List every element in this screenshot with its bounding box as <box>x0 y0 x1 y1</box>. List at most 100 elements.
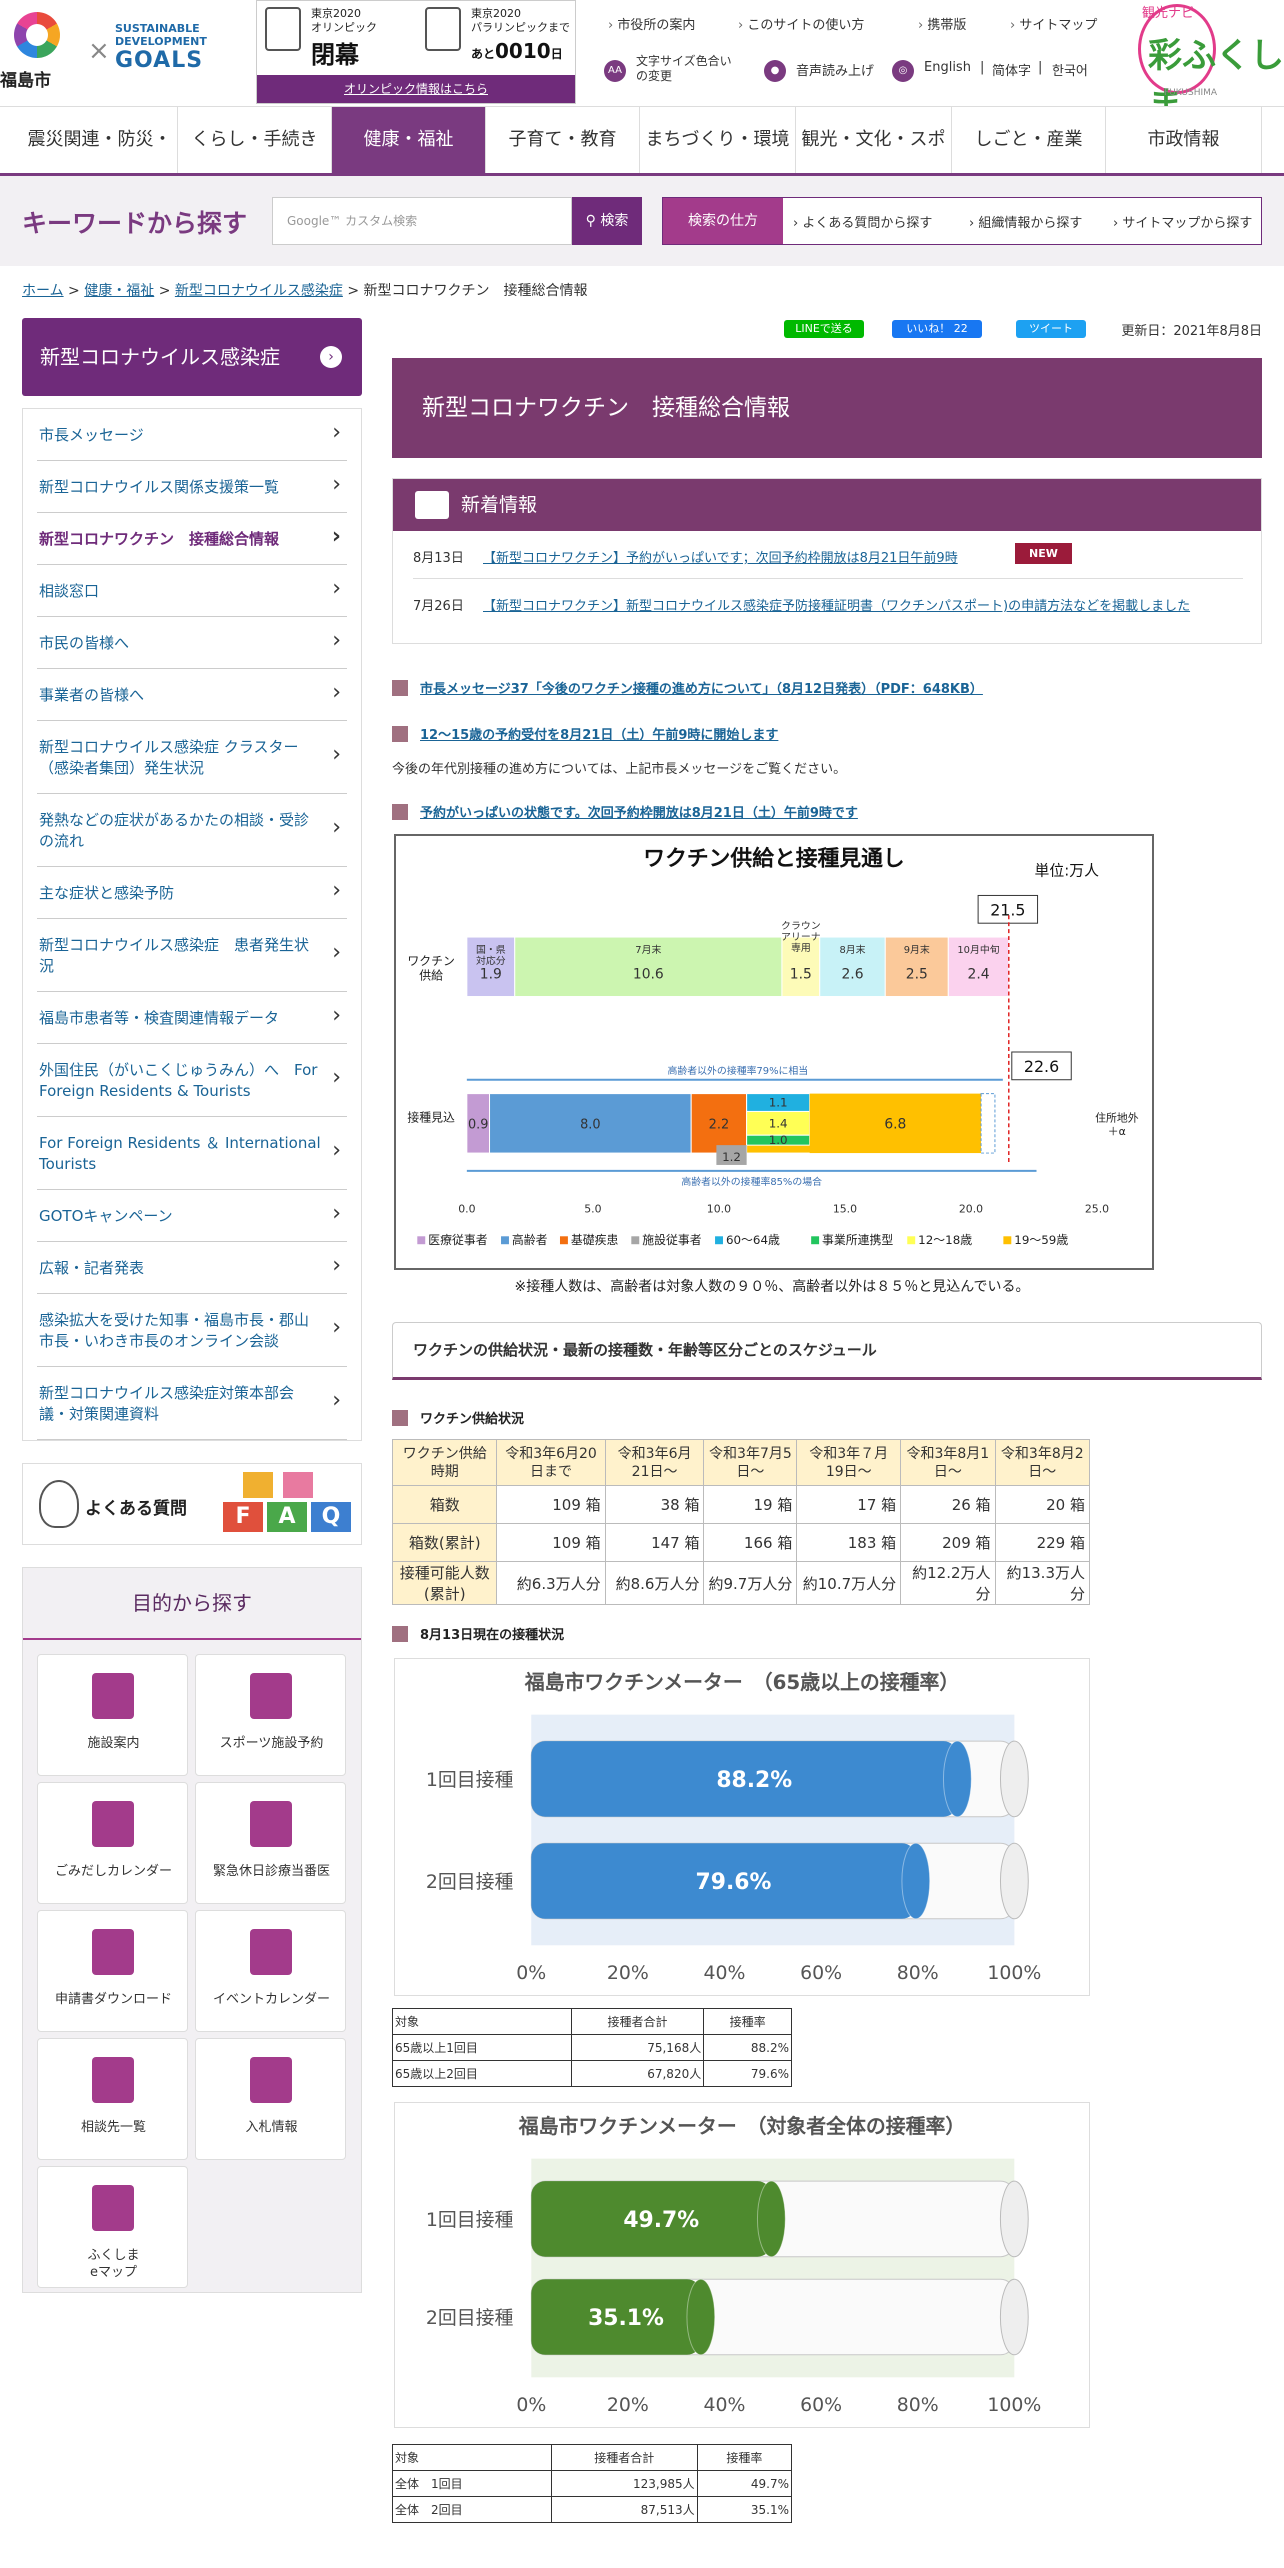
tourism-navi-banner[interactable]: 観光ナビ 彩ふくしま FUKUSHIMA <box>1128 0 1284 125</box>
breadcrumb-home[interactable]: ホーム <box>22 283 64 299</box>
sidebar-item[interactable]: 新型コロナワクチン 接種総合情報 <box>37 513 347 565</box>
lang-korean[interactable]: 한국어 <box>1052 60 1088 79</box>
olympic-banner[interactable]: 東京2020 オリンピック 閉幕 東京2020 パラリンピックまで あと0010… <box>256 0 576 104</box>
segment-name-line: 9月末 <box>904 943 930 956</box>
purpose-label: 施設案内 <box>87 1736 140 1751</box>
news-link[interactable]: 【新型コロナワクチン】新型コロナウイルス感染症予防接種証明書（ワクチンパスポート… <box>483 595 1190 614</box>
annotation-text: 高齢者以外の接種率85%の場合 <box>681 1175 822 1188</box>
data-label: 2.4 <box>968 967 990 983</box>
annotation-text: 高齢者以外の接種率79%に相当 <box>667 1064 808 1077</box>
purpose-tile[interactable]: スポーツ施設予約 <box>195 1654 346 1776</box>
purpose-tile[interactable]: 相談先一覧 <box>37 2038 188 2160</box>
x-tick-label: 80% <box>897 1962 939 1984</box>
gnav-item-disaster[interactable]: 震災関連・防災・安全 <box>22 107 178 216</box>
search-input[interactable]: Google™ カスタム検索 <box>272 197 572 245</box>
sidebar-item[interactable]: GOTOキャンペーン <box>37 1190 347 1242</box>
sidebar-item[interactable]: 感染拡大を受けた知事・福島市長・郡山市長・いわき市長のオンライン会談 <box>37 1294 347 1367</box>
util-link-mobile[interactable]: 携帯版 <box>918 14 966 33</box>
purpose-tile[interactable]: 緊急休日診療当番医 <box>195 1782 346 1904</box>
reservation-full-link[interactable]: 予約がいっぱいの状態です。次回予約枠開放は8月21日（土）午前9時です <box>420 802 858 821</box>
sidebar-item[interactable]: 新型コロナウイルス感染症 クラスター（感染者集団）発生状況 <box>37 721 347 794</box>
search-link-org[interactable]: 組織情報から探す <box>969 212 1082 231</box>
sdg-line3: GOALS <box>115 48 204 73</box>
lang-chinese[interactable]: 简体字 <box>992 60 1031 79</box>
faq-banner[interactable]: よくある質問 F A Q <box>22 1463 362 1545</box>
legend-swatch <box>715 1236 723 1245</box>
table-row: 65歳以上2回目 67,820人 79.6% <box>392 2060 792 2087</box>
purpose-tile[interactable]: 申請書ダウンロード <box>37 1910 188 2032</box>
legend-label: 高齢者 <box>512 1233 548 1247</box>
lang-english[interactable]: English <box>924 60 971 75</box>
search-link-sitemap[interactable]: サイトマップから探す <box>1113 212 1252 231</box>
segment-name: 10月中旬 <box>957 943 999 956</box>
sidebar-item[interactable]: 新型コロナウイルス関係支援策一覧 <box>37 461 347 513</box>
legend-label: 医療従事者 <box>428 1233 487 1247</box>
chart-unit: 単位:万人 <box>1035 862 1100 880</box>
purpose-tile[interactable]: 入札情報 <box>195 2038 346 2160</box>
table-cell: 35.1% <box>696 2496 793 2523</box>
olympic-info-link[interactable]: オリンピック情報はこちら <box>257 75 575 103</box>
sdg-logo[interactable]: SUSTAINABLE DEVELOPMENT GOALS <box>115 22 255 82</box>
table-cell: 87,513人 <box>550 2496 698 2523</box>
gnav-item-town[interactable]: まちづくり・環境 <box>640 107 796 173</box>
sidebar-item[interactable]: 市長メッセージ <box>37 409 347 461</box>
sidebar-item[interactable]: For Foreign Residents ＆ International To… <box>37 1117 347 1190</box>
util-link-howto[interactable]: このサイトの使い方 <box>738 14 864 33</box>
gnav-item-govt[interactable]: 市政情報 <box>1106 107 1262 173</box>
sidebar-item[interactable]: 相談窓口 <box>37 565 347 617</box>
purpose-tile[interactable]: 施設案内 <box>37 1654 188 1776</box>
sdg-line1: SUSTAINABLE <box>115 22 200 35</box>
tweet-button[interactable]: ツイート <box>1016 320 1086 338</box>
toy-block <box>243 1472 273 1498</box>
purpose-tile[interactable]: イベントカレンダー <box>195 1910 346 2032</box>
search-howto-button[interactable]: 検索の仕方 <box>663 198 783 244</box>
purpose-panel: 目的から探す 施設案内 スポーツ施設予約 ごみだしカレンダー 緊急休日診療当番医 申請書… <box>22 1567 362 2293</box>
breadcrumb-health[interactable]: 健康・福祉 <box>84 283 154 299</box>
search-bar: キーワードから探す Google™ カスタム検索 ⚲ 検索 検索の仕方 よくある… <box>0 176 1284 266</box>
search-link-faq[interactable]: よくある質問から探す <box>793 212 932 231</box>
table-cell: 49.7% <box>696 2470 793 2497</box>
sidebar-item[interactable]: 外国住民（がいこくじゅうみん）へ For Foreign Residents &… <box>37 1044 347 1117</box>
news-link[interactable]: 【新型コロナワクチン】予約がいっぱいです；次回予約枠開放は8月21日午前9時 <box>483 547 958 566</box>
breadcrumb-covid[interactable]: 新型コロナウイルス感染症 <box>175 283 343 299</box>
purpose-tile[interactable]: ふくしま eマップ <box>37 2166 188 2288</box>
meter-bar-end <box>686 2278 716 2356</box>
x-tick-label: 5.0 <box>584 1203 601 1216</box>
gnav-item-tourism[interactable]: 観光・文化・スポーツ <box>796 107 952 216</box>
city-logo[interactable]: 福島市 <box>0 12 78 102</box>
search-button[interactable]: ⚲ 検索 <box>572 197 642 245</box>
util-link-sitemap[interactable]: サイトマップ <box>1010 14 1097 33</box>
line-share-button[interactable]: LINEで送る <box>784 320 864 338</box>
purpose-tile[interactable]: ごみだしカレンダー <box>37 1782 188 1904</box>
like-count: 22 <box>953 322 968 335</box>
util-link-guide[interactable]: 市役所の案内 <box>608 14 695 33</box>
data-label: 2.5 <box>906 967 928 983</box>
sidebar-item[interactable]: 新型コロナウイルス感染症 患者発生状況 <box>37 919 347 992</box>
sidebar-item[interactable]: 広報・記者発表 <box>37 1242 347 1294</box>
legend-swatch <box>811 1236 820 1245</box>
legend-swatch <box>907 1236 916 1245</box>
read-aloud-label[interactable]: 音声読み上げ <box>796 60 874 79</box>
gnav-item-life[interactable]: くらし・手続き <box>178 107 332 173</box>
segment-name-line: アリーナ <box>781 931 821 943</box>
gnav-item-work[interactable]: しごと・産業 <box>952 107 1106 173</box>
sidebar-item[interactable]: 主な症状と感染予防 <box>37 867 347 919</box>
meter-track-end <box>999 2278 1029 2356</box>
news-date: 8月13日 <box>413 551 464 566</box>
mayor-message-link[interactable]: 市長メッセージ37「今後のワクチン接種の進め方について」（8月12日発表）（PD… <box>420 678 983 697</box>
font-color-label[interactable]: 文字サイズ色合い の変更 <box>636 54 732 84</box>
meter-value-label: 35.1% <box>588 2306 664 2331</box>
sidebar-item[interactable]: 発熱などの症状があるかたの相談・受診の流れ <box>37 794 347 867</box>
sidebar-heading[interactable]: 新型コロナウイルス感染症 › <box>22 318 362 396</box>
facebook-like-button[interactable]: いいね！ 22 <box>892 320 982 338</box>
x-tick-label: 0% <box>516 1962 546 1984</box>
sidebar-item[interactable]: 事業者の皆様へ <box>37 669 347 721</box>
gnav-item-childcare[interactable]: 子育て・教育 <box>486 107 640 173</box>
sidebar-item[interactable]: 福島市患者等・検査関連情報データ <box>37 992 347 1044</box>
sidebar-item[interactable]: 新型コロナウイルス感染症対策本部会議・対策関連資料 <box>37 1367 347 1440</box>
x-tick-label: 80% <box>897 2394 939 2416</box>
age12-15-link[interactable]: 12～15歳の予約受付を8月21日（土）午前9時に開始します <box>420 724 778 743</box>
gnav-item-health[interactable]: 健康・福祉 <box>332 107 486 173</box>
sidebar-item[interactable]: 市民の皆様へ <box>37 617 347 669</box>
sidebar-heading-label: 新型コロナウイルス感染症 <box>40 345 280 369</box>
